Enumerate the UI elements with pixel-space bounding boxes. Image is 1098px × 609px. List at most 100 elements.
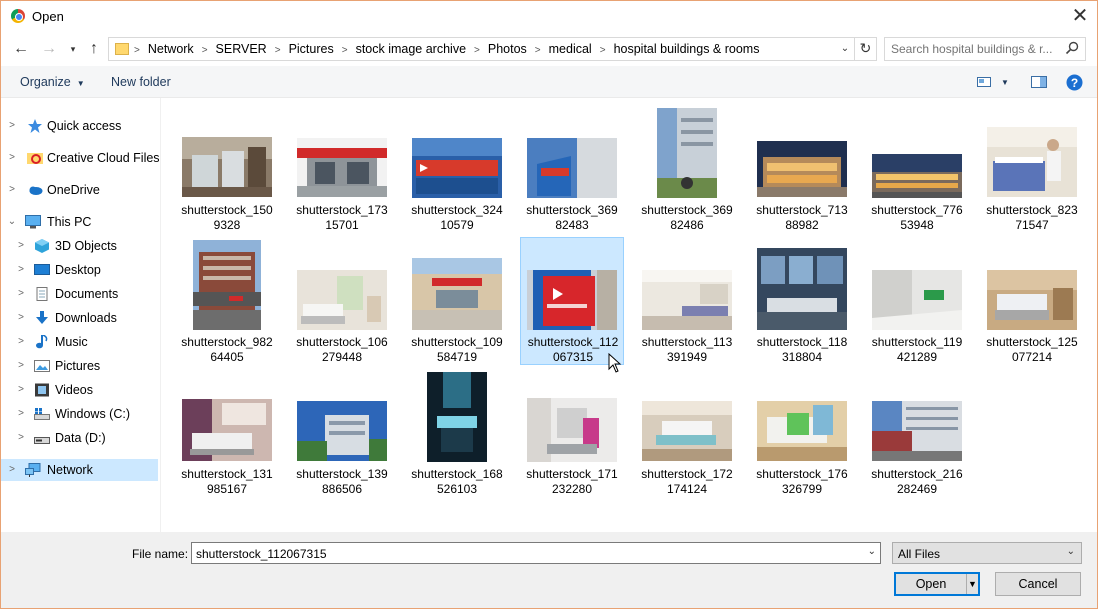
- file-item[interactable]: shutterstock_982 64405: [175, 238, 279, 366]
- collapse-chevron-icon[interactable]: ⌄: [6, 211, 18, 233]
- recent-locations-chevron-icon[interactable]: ▾: [67, 40, 79, 58]
- expand-chevron-icon[interactable]: >: [6, 115, 18, 137]
- search-input[interactable]: [891, 41, 1061, 57]
- close-icon[interactable]: ✕: [1063, 1, 1097, 32]
- file-item[interactable]: shutterstock_118 318804: [750, 238, 854, 366]
- address-dropdown-chevron-icon[interactable]: ⌄: [837, 40, 853, 58]
- sidebar-item-quick-access[interactable]: > Quick access: [1, 115, 158, 137]
- sidebar-item-data-d[interactable]: > Data (D:): [1, 427, 158, 449]
- sidebar-item-desktop[interactable]: > Desktop: [1, 259, 158, 281]
- sidebar-item-music[interactable]: > Music: [1, 331, 158, 353]
- sidebar-item-label: Downloads: [55, 311, 117, 325]
- change-view-icon[interactable]: [977, 74, 991, 90]
- breadcrumb-separator-icon[interactable]: >: [275, 45, 281, 56]
- forward-arrow-icon[interactable]: →: [41, 40, 57, 58]
- file-item[interactable]: shutterstock_713 88982: [750, 106, 854, 234]
- pictures-icon: [34, 360, 50, 372]
- drive-icon: [34, 437, 50, 444]
- new-folder-button[interactable]: New folder: [111, 75, 171, 89]
- expand-chevron-icon[interactable]: >: [15, 427, 27, 449]
- address-bar[interactable]: > Network > SERVER > Pictures > stock image arc…: [108, 37, 877, 61]
- sidebar-item-downloads[interactable]: > Downloads: [1, 307, 158, 329]
- breadcrumb-pictures[interactable]: Pictures: [289, 42, 334, 56]
- chevron-down-icon[interactable]: ⌄: [1067, 546, 1075, 557]
- file-item[interactable]: shutterstock_125 077214: [980, 238, 1084, 366]
- file-name: shutterstock_119 421289: [871, 335, 963, 364]
- file-item[interactable]: shutterstock_172 174124: [635, 370, 739, 498]
- expand-chevron-icon[interactable]: >: [15, 307, 27, 329]
- open-options-chevron-icon[interactable]: ▼: [966, 574, 978, 594]
- breadcrumb-separator-icon[interactable]: >: [474, 45, 480, 56]
- sidebar-item-this-pc[interactable]: ⌄ This PC: [1, 211, 158, 233]
- breadcrumb-server[interactable]: SERVER: [216, 42, 267, 56]
- file-thumbnail: [872, 154, 962, 198]
- sidebar-item-onedrive[interactable]: > OneDrive: [1, 179, 158, 201]
- file-item-selected[interactable]: shutterstock_112 067315: [520, 237, 624, 365]
- breadcrumb-separator-icon[interactable]: >: [535, 45, 541, 56]
- file-item[interactable]: shutterstock_131 985167: [175, 370, 279, 498]
- sidebar-item-network[interactable]: > Network: [1, 459, 158, 481]
- back-arrow-icon[interactable]: ←: [13, 40, 29, 58]
- file-item[interactable]: shutterstock_324 10579: [405, 106, 509, 234]
- expand-chevron-icon[interactable]: >: [15, 379, 27, 401]
- file-type-select[interactable]: All Files ⌄: [892, 542, 1082, 564]
- file-item[interactable]: shutterstock_176 326799: [750, 370, 854, 498]
- sidebar-item-pictures[interactable]: > Pictures: [1, 355, 158, 377]
- file-name-input[interactable]: [196, 546, 856, 561]
- refresh-icon[interactable]: ↻: [854, 38, 876, 60]
- open-button[interactable]: Open ▼: [894, 572, 980, 596]
- breadcrumb-photos[interactable]: Photos: [488, 42, 527, 56]
- expand-chevron-icon[interactable]: >: [6, 459, 18, 481]
- file-item[interactable]: shutterstock_173 15701: [290, 106, 394, 234]
- sidebar-item-label: Pictures: [55, 359, 101, 373]
- file-thumbnail: [872, 270, 962, 330]
- expand-chevron-icon[interactable]: >: [15, 355, 27, 377]
- file-name: shutterstock_131 985167: [181, 467, 273, 496]
- search-icon[interactable]: [1065, 41, 1079, 55]
- expand-chevron-icon[interactable]: >: [6, 147, 18, 169]
- file-item[interactable]: shutterstock_823 71547: [980, 106, 1084, 234]
- file-item[interactable]: shutterstock_216 282469: [865, 370, 969, 498]
- help-icon[interactable]: ?: [1066, 74, 1083, 91]
- expand-chevron-icon[interactable]: >: [15, 235, 27, 257]
- file-name-combo[interactable]: ⌄: [191, 542, 881, 564]
- file-name: shutterstock_823 71547: [986, 203, 1078, 232]
- file-item[interactable]: shutterstock_168 526103: [405, 370, 509, 498]
- file-item[interactable]: shutterstock_171 232280: [520, 370, 624, 498]
- expand-chevron-icon[interactable]: >: [15, 403, 27, 425]
- breadcrumb-hospital-buildings[interactable]: hospital buildings & rooms: [614, 42, 760, 56]
- preview-pane-icon[interactable]: [1031, 74, 1047, 90]
- file-item[interactable]: shutterstock_150 9328: [175, 106, 279, 234]
- up-arrow-icon[interactable]: ↑: [86, 40, 102, 58]
- file-item[interactable]: shutterstock_113 391949: [635, 238, 739, 366]
- file-thumbnail: [527, 138, 617, 198]
- breadcrumb-separator-icon[interactable]: >: [202, 45, 208, 56]
- sidebar-item-windows-c[interactable]: > Windows (C:): [1, 403, 158, 425]
- file-item[interactable]: shutterstock_106 279448: [290, 238, 394, 366]
- breadcrumb-separator-icon[interactable]: >: [600, 45, 606, 56]
- expand-chevron-icon[interactable]: >: [6, 179, 18, 201]
- sidebar-item-creative-cloud-files[interactable]: > Creative Cloud Files: [1, 147, 159, 169]
- cancel-button[interactable]: Cancel: [995, 572, 1081, 596]
- organize-button[interactable]: Organize ▼: [20, 75, 85, 89]
- breadcrumb-network[interactable]: Network: [148, 42, 194, 56]
- sidebar-item-3d-objects[interactable]: > 3D Objects: [1, 235, 158, 257]
- search-box[interactable]: [884, 37, 1086, 61]
- file-item[interactable]: shutterstock_109 584719: [405, 238, 509, 366]
- chevron-down-icon[interactable]: ⌄: [868, 546, 876, 557]
- expand-chevron-icon[interactable]: >: [15, 331, 27, 353]
- breadcrumb-separator-icon[interactable]: >: [342, 45, 348, 56]
- sidebar-item-videos[interactable]: > Videos: [1, 379, 158, 401]
- breadcrumb-medical[interactable]: medical: [549, 42, 592, 56]
- file-item[interactable]: shutterstock_369 82486: [635, 106, 739, 234]
- file-item[interactable]: shutterstock_119 421289: [865, 238, 969, 366]
- breadcrumb-stock-image-archive[interactable]: stock image archive: [356, 42, 466, 56]
- file-item[interactable]: shutterstock_776 53948: [865, 106, 969, 234]
- file-item[interactable]: shutterstock_369 82483: [520, 106, 624, 234]
- command-toolbar: Organize ▼ New folder ▼ ?: [1, 66, 1097, 98]
- expand-chevron-icon[interactable]: >: [15, 259, 27, 281]
- expand-chevron-icon[interactable]: >: [15, 283, 27, 305]
- view-options-chevron-icon[interactable]: ▼: [1001, 78, 1009, 87]
- sidebar-item-documents[interactable]: > Documents: [1, 283, 158, 305]
- file-item[interactable]: shutterstock_139 886506: [290, 370, 394, 498]
